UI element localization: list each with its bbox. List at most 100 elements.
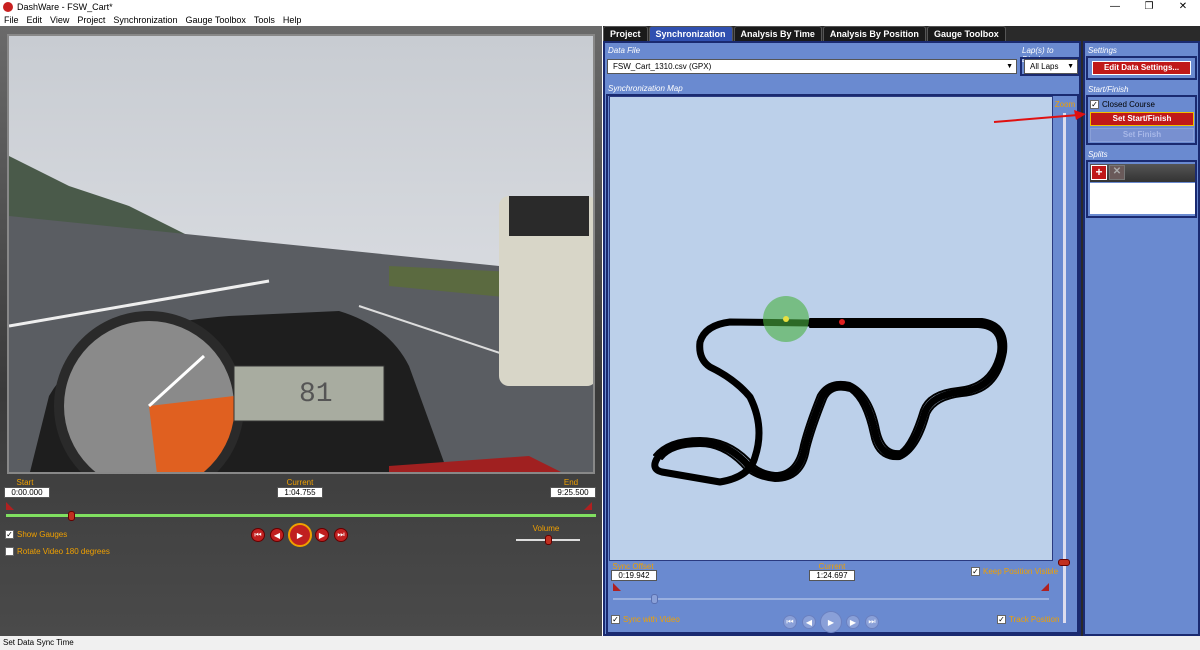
set-finish-button[interactable]: Set Finish: [1090, 128, 1194, 142]
current-label: Current: [286, 478, 314, 487]
closed-course-checkbox[interactable]: ✓ Closed Course: [1090, 100, 1155, 109]
skip-start-icon[interactable]: ⏮: [783, 615, 797, 629]
checkbox-icon[interactable]: ✓: [611, 615, 620, 624]
show-gauges-checkbox[interactable]: ✓ Show Gauges: [5, 530, 67, 539]
video-pane: 81 Start 0:00.000 Current 1:04.755 End 9…: [0, 26, 602, 636]
tab-bar: Project Synchronization Analysis By Time…: [603, 26, 1007, 41]
sync-with-video-checkbox[interactable]: ✓ Sync with Video: [611, 615, 680, 624]
sync-start-marker-icon[interactable]: [613, 583, 621, 591]
close-button[interactable]: ✕: [1166, 0, 1200, 13]
end-time-field[interactable]: 9:25.500: [550, 487, 596, 498]
menu-help[interactable]: Help: [279, 15, 306, 25]
start-marker-icon[interactable]: [6, 502, 14, 510]
title-bar: DashWare - FSW_Cart* — ❐ ✕: [0, 0, 1200, 14]
window-title: DashWare - FSW_Cart*: [17, 2, 113, 12]
sync-with-video-label: Sync with Video: [623, 615, 680, 624]
start-time-field[interactable]: 0:00.000: [4, 487, 50, 498]
svg-text:81: 81: [299, 379, 333, 410]
track-position-checkbox[interactable]: ✓ Track Position: [997, 615, 1059, 624]
menu-gauge-toolbox[interactable]: Gauge Toolbox: [181, 15, 249, 25]
menu-synchronization[interactable]: Synchronization: [109, 15, 181, 25]
laps-dropdown[interactable]: All Laps ▼: [1024, 59, 1078, 74]
sync-position-knob[interactable]: [651, 594, 658, 604]
end-label: End: [563, 478, 579, 487]
checkbox-icon[interactable]: ✓: [5, 530, 14, 539]
splits-group: + ✕: [1086, 160, 1197, 218]
settings-label: Settings: [1088, 46, 1117, 55]
splits-list[interactable]: [1090, 183, 1195, 214]
add-split-icon[interactable]: +: [1091, 165, 1107, 180]
skip-end-icon[interactable]: ⏭: [334, 528, 348, 542]
zoom-slider[interactable]: [1063, 113, 1066, 623]
annotation-arrow-icon: [993, 110, 1086, 123]
sync-current-field[interactable]: 1:24.697: [809, 570, 855, 581]
restore-button[interactable]: ❐: [1132, 0, 1166, 13]
tab-synchronization[interactable]: Synchronization: [648, 26, 733, 41]
tab-gauge-toolbox[interactable]: Gauge Toolbox: [926, 26, 1006, 41]
edit-data-settings-button[interactable]: Edit Data Settings...: [1092, 61, 1191, 75]
checkbox-icon[interactable]: ✓: [997, 615, 1006, 624]
keep-position-visible-label: Keep Position Visible: [983, 567, 1059, 576]
step-back-icon[interactable]: ◀: [270, 528, 284, 542]
menu-bar: File Edit View Project Synchronization G…: [0, 14, 1200, 26]
settings-group: Edit Data Settings...: [1086, 56, 1197, 80]
video-position-track[interactable]: [6, 514, 596, 517]
tab-analysis-by-time[interactable]: Analysis By Time: [733, 26, 822, 41]
closed-course-label: Closed Course: [1102, 100, 1155, 109]
video-frame[interactable]: 81: [7, 34, 595, 474]
status-bar: Set Data Sync Time: [0, 636, 1200, 650]
menu-edit[interactable]: Edit: [23, 15, 47, 25]
checkbox-icon[interactable]: [5, 547, 14, 556]
skip-start-icon[interactable]: ⏮: [251, 528, 265, 542]
zoom-knob[interactable]: [1058, 559, 1070, 566]
data-file-value: FSW_Cart_1310.csv (GPX): [613, 62, 712, 71]
chevron-down-icon: ▼: [1006, 63, 1013, 70]
app-icon: [3, 2, 13, 12]
start-label: Start: [16, 478, 34, 487]
synchronization-map[interactable]: [609, 96, 1053, 561]
remove-split-icon[interactable]: ✕: [1109, 165, 1125, 180]
volume-knob[interactable]: [545, 535, 552, 545]
menu-tools[interactable]: Tools: [250, 15, 279, 25]
menu-file[interactable]: File: [0, 15, 23, 25]
checkbox-icon[interactable]: ✓: [1090, 100, 1099, 109]
end-marker-icon[interactable]: [584, 502, 592, 510]
splits-label: Splits: [1088, 150, 1108, 159]
start-finish-group: ✓ Closed Course Set Start/Finish Set Fin…: [1086, 95, 1197, 145]
play-icon[interactable]: ▶: [288, 523, 312, 547]
tab-analysis-by-position[interactable]: Analysis By Position: [822, 26, 926, 41]
rotate-video-checkbox[interactable]: Rotate Video 180 degrees: [5, 547, 110, 556]
menu-project[interactable]: Project: [73, 15, 109, 25]
set-start-finish-button[interactable]: Set Start/Finish: [1090, 112, 1194, 126]
step-back-icon[interactable]: ◀: [802, 615, 816, 629]
rotate-video-label: Rotate Video 180 degrees: [17, 547, 110, 556]
checkbox-icon[interactable]: ✓: [971, 567, 980, 576]
minimize-button[interactable]: —: [1098, 0, 1132, 13]
data-file-label: Data File: [608, 46, 641, 55]
zoom-label: Zoom: [1054, 100, 1076, 109]
menu-view[interactable]: View: [46, 15, 73, 25]
video-image: 81: [9, 36, 593, 472]
track-position-label: Track Position: [1009, 615, 1060, 624]
synchronization-panel: Data File FSW_Cart_1310.csv (GPX) ▼ Lap(s…: [603, 41, 1081, 636]
track-map: [651, 296, 1008, 486]
sync-position-track[interactable]: [613, 598, 1049, 600]
data-file-dropdown[interactable]: FSW_Cart_1310.csv (GPX) ▼: [607, 59, 1017, 74]
volume-label: Volume: [532, 524, 560, 533]
data-position-marker: [839, 319, 845, 325]
laps-value: All Laps: [1030, 62, 1059, 71]
current-time-field[interactable]: 1:04.755: [277, 487, 323, 498]
video-position-marker: [783, 316, 789, 322]
tab-project[interactable]: Project: [603, 26, 648, 41]
play-icon[interactable]: ▶: [820, 611, 842, 633]
sync-end-marker-icon[interactable]: [1041, 583, 1049, 591]
right-pane: Project Synchronization Analysis By Time…: [603, 26, 1200, 636]
keep-position-visible-checkbox[interactable]: ✓ Keep Position Visible: [971, 567, 1058, 576]
sync-map-label: Synchronization Map: [608, 84, 683, 93]
skip-end-icon[interactable]: ⏭: [865, 615, 879, 629]
video-position-knob[interactable]: [67, 511, 75, 521]
sync-offset-field[interactable]: 0:19.942: [611, 570, 657, 581]
step-forward-icon[interactable]: ▶: [846, 615, 860, 629]
step-forward-icon[interactable]: ▶: [315, 528, 329, 542]
chevron-down-icon: ▼: [1067, 63, 1074, 70]
